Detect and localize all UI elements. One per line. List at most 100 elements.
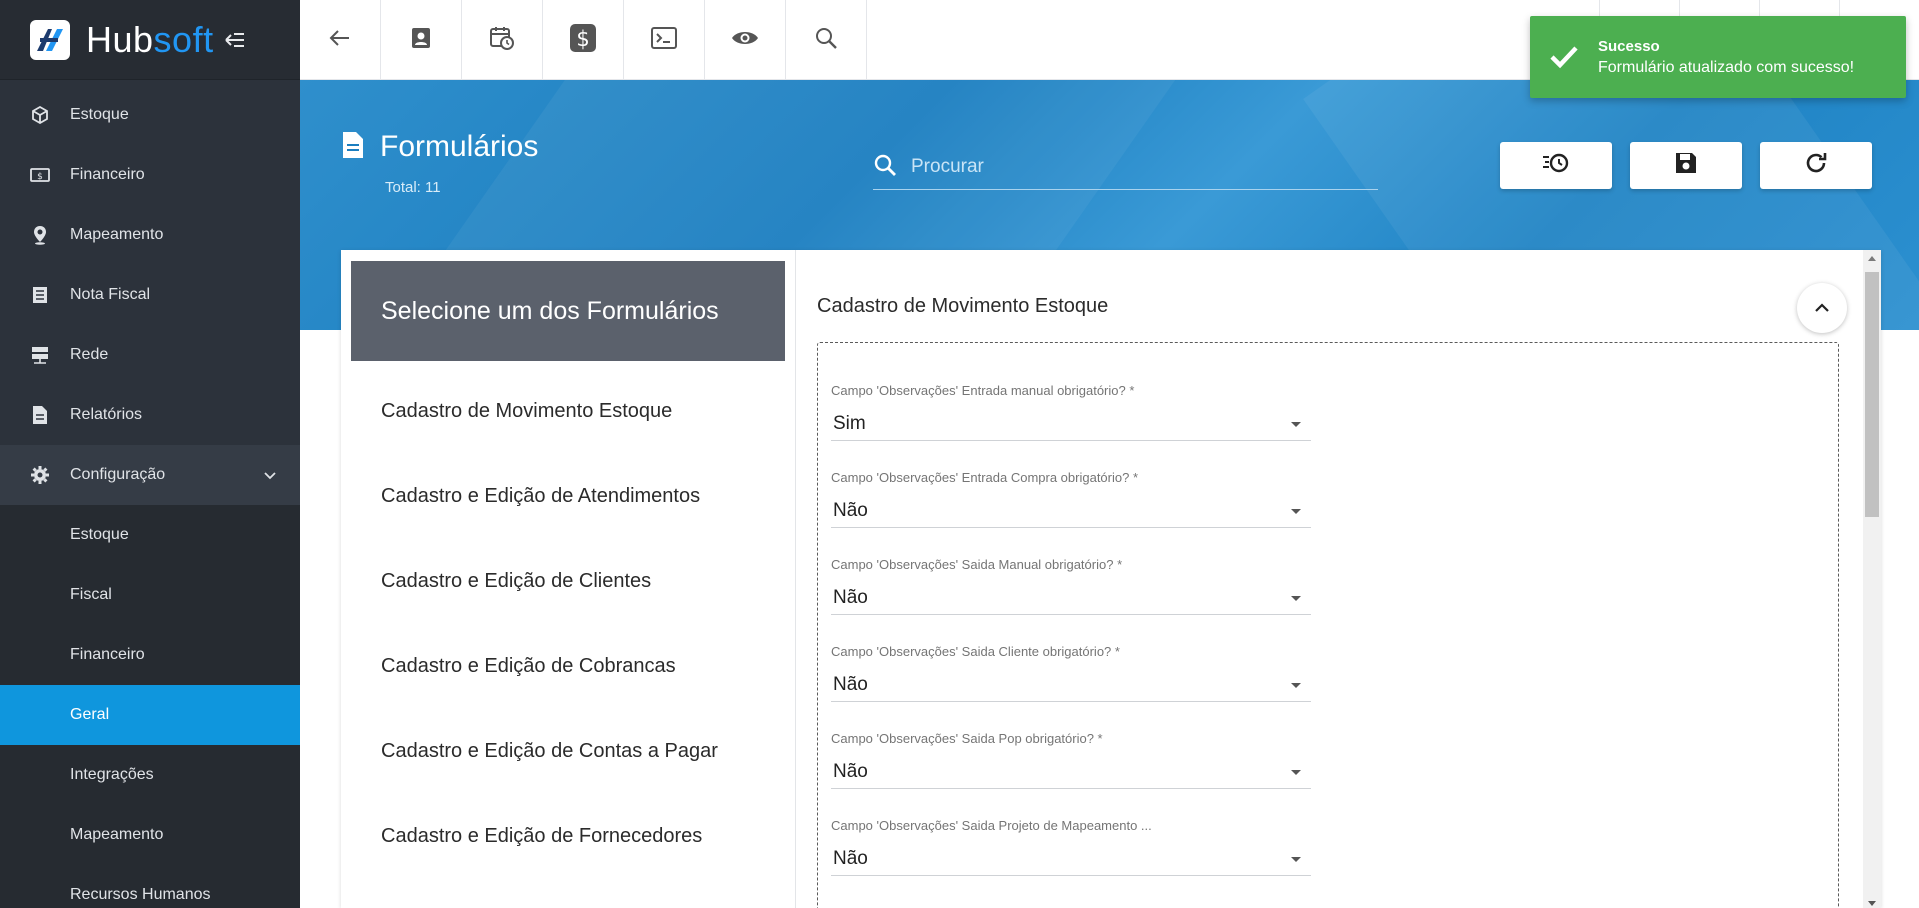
dropdown-caret-icon <box>1291 421 1301 427</box>
field-select[interactable]: Não <box>831 669 1311 702</box>
collapse-section-button[interactable] <box>1797 283 1847 333</box>
refresh-icon <box>1804 151 1828 180</box>
sidebar-subitem-label: Integrações <box>70 766 154 783</box>
brand-name-part1: Hub <box>86 18 154 60</box>
sidebar-item-label: Configuração <box>70 466 166 483</box>
svg-text:$: $ <box>576 27 589 51</box>
field-label: Campo 'Observações' Saida Pop obrigatóri… <box>831 731 1103 746</box>
field-value: Não <box>833 761 868 782</box>
list-item[interactable]: Cadastro e Edição de Clientes <box>381 570 651 593</box>
contact-card-icon <box>410 26 432 55</box>
field-select[interactable]: Não <box>831 843 1311 876</box>
search-input[interactable] <box>911 156 1351 178</box>
success-toast[interactable]: Sucesso Formulário atualizado com sucess… <box>1530 16 1906 98</box>
field-value: Não <box>833 674 868 695</box>
list-item[interactable]: Cadastro e Edição de Cobrancas <box>381 655 676 678</box>
toast-content: Sucesso Formulário atualizado com sucess… <box>1598 38 1854 77</box>
search-button[interactable] <box>786 0 867 80</box>
save-icon <box>1674 151 1698 180</box>
save-button[interactable] <box>1630 142 1742 189</box>
dropdown-caret-icon <box>1291 595 1301 601</box>
sidebar-item-nota-fiscal[interactable]: Nota Fiscal <box>0 265 300 325</box>
form-detail: Cadastro de Movimento Estoque Campo 'Obs… <box>797 250 1881 908</box>
detail-scrollbar[interactable] <box>1863 250 1881 908</box>
form-fields-container: Campo 'Observações' Entrada manual obrig… <box>817 342 1839 908</box>
dollar-icon: $ <box>569 23 597 58</box>
field-select[interactable]: Não <box>831 756 1311 789</box>
sidebar-item-label: Financeiro <box>70 166 145 183</box>
sidebar-item-label: Relatórios <box>70 406 143 423</box>
calendar-clock-icon <box>489 25 515 56</box>
sidebar-item-label: Mapeamento <box>70 226 164 243</box>
scroll-down-arrow-icon[interactable] <box>1868 901 1876 906</box>
sidebar-subitem-integracoes[interactable]: Integrações <box>0 745 300 805</box>
collapse-sidebar-icon[interactable] <box>224 31 246 49</box>
sidebar-subitem-label: Financeiro <box>70 646 145 663</box>
field-value: Sim <box>833 413 866 434</box>
chevron-down-icon[interactable] <box>264 467 276 485</box>
checkmark-icon <box>1530 45 1598 69</box>
view-button[interactable] <box>705 0 786 80</box>
sidebar-subitem-geral[interactable]: Geral <box>0 685 300 745</box>
sidebar-item-financeiro[interactable]: $ Financeiro <box>0 145 300 205</box>
sidebar-item-mapeamento[interactable]: Mapeamento <box>0 205 300 265</box>
field-select[interactable]: Não <box>831 582 1311 615</box>
contacts-button[interactable] <box>381 0 462 80</box>
brand-name: Hubsoft <box>86 19 214 61</box>
terminal-button[interactable] <box>624 0 705 80</box>
list-item[interactable]: Cadastro e Edição de Atendimentos <box>381 485 700 508</box>
finance-button[interactable]: $ <box>543 0 624 80</box>
sidebar-subitem-label: Mapeamento <box>70 826 164 843</box>
sidebar-item-label: Rede <box>70 346 109 363</box>
form-field: Campo 'Observações' Saida Pop obrigatóri… <box>831 731 1311 789</box>
sidebar-subitem-mapeamento[interactable]: Mapeamento <box>0 805 300 865</box>
refresh-button[interactable] <box>1760 142 1872 189</box>
field-select[interactable]: Sim <box>831 408 1311 441</box>
sidebar: Hubsoft Estoque $ Financeiro Mapeamento … <box>0 0 300 908</box>
sidebar-subitem-label: Estoque <box>70 526 129 543</box>
eye-icon <box>731 29 759 52</box>
forms-list-header: Selecione um dos Formulários <box>351 261 785 361</box>
list-item[interactable]: Cadastro e Edição de Fornecedores <box>381 825 702 848</box>
sidebar-subitem-estoque[interactable]: Estoque <box>0 505 300 565</box>
gear-icon <box>30 465 50 485</box>
history-button[interactable] <box>1500 142 1612 189</box>
brand-name-part2: soft <box>153 18 214 60</box>
sidebar-subitem-label: Geral <box>70 706 110 723</box>
dropdown-caret-icon <box>1291 508 1301 514</box>
scrollbar-thumb[interactable] <box>1865 272 1879 517</box>
field-select[interactable]: Não <box>831 495 1311 528</box>
search-icon <box>815 27 837 54</box>
hubsoft-logo-icon[interactable] <box>30 19 70 60</box>
form-field: Campo 'Observações' Saida Projeto de Map… <box>831 818 1311 876</box>
arrow-left-icon <box>329 29 351 52</box>
form-field: Campo 'Observações' Entrada Compra obrig… <box>831 470 1311 528</box>
sidebar-subitem-financeiro[interactable]: Financeiro <box>0 625 300 685</box>
field-label: Campo 'Observações' Saida Cliente obriga… <box>831 644 1120 659</box>
sidebar-subitem-recursos-humanos[interactable]: Recursos Humanos <box>0 865 300 908</box>
sidebar-item-rede[interactable]: Rede <box>0 325 300 385</box>
history-clock-icon <box>1541 151 1571 180</box>
dropdown-caret-icon <box>1291 769 1301 775</box>
list-item[interactable]: Cadastro e Edição de Contas a Pagar <box>381 740 718 763</box>
back-button[interactable] <box>300 0 381 80</box>
sidebar-item-label: Nota Fiscal <box>70 286 151 303</box>
sidebar-item-configuracao[interactable]: Configuração <box>0 445 300 505</box>
field-value: Não <box>833 587 868 608</box>
sidebar-subitem-fiscal[interactable]: Fiscal <box>0 565 300 625</box>
schedule-button[interactable] <box>462 0 543 80</box>
list-item[interactable]: Cadastro de Movimento Estoque <box>381 400 672 423</box>
forms-card: Selecione um dos Formulários Cadastro de… <box>341 250 1881 908</box>
sidebar-item-relatorios[interactable]: Relatórios <box>0 385 300 445</box>
document-icon <box>342 131 364 164</box>
sidebar-item-estoque[interactable]: Estoque <box>0 85 300 145</box>
field-label: Campo 'Observações' Saida Manual obrigat… <box>831 557 1123 572</box>
field-label: Campo 'Observações' Saida Projeto de Map… <box>831 818 1152 833</box>
brand-bar: Hubsoft <box>0 0 300 80</box>
field-label: Campo 'Observações' Entrada Compra obrig… <box>831 470 1139 485</box>
forms-list: Selecione um dos Formulários Cadastro de… <box>341 250 796 908</box>
scroll-up-arrow-icon[interactable] <box>1868 256 1876 261</box>
toast-message: Formulário atualizado com sucesso! <box>1598 58 1855 76</box>
page-heading: Formulários <box>342 130 538 164</box>
page-title: Formulários <box>380 130 539 163</box>
